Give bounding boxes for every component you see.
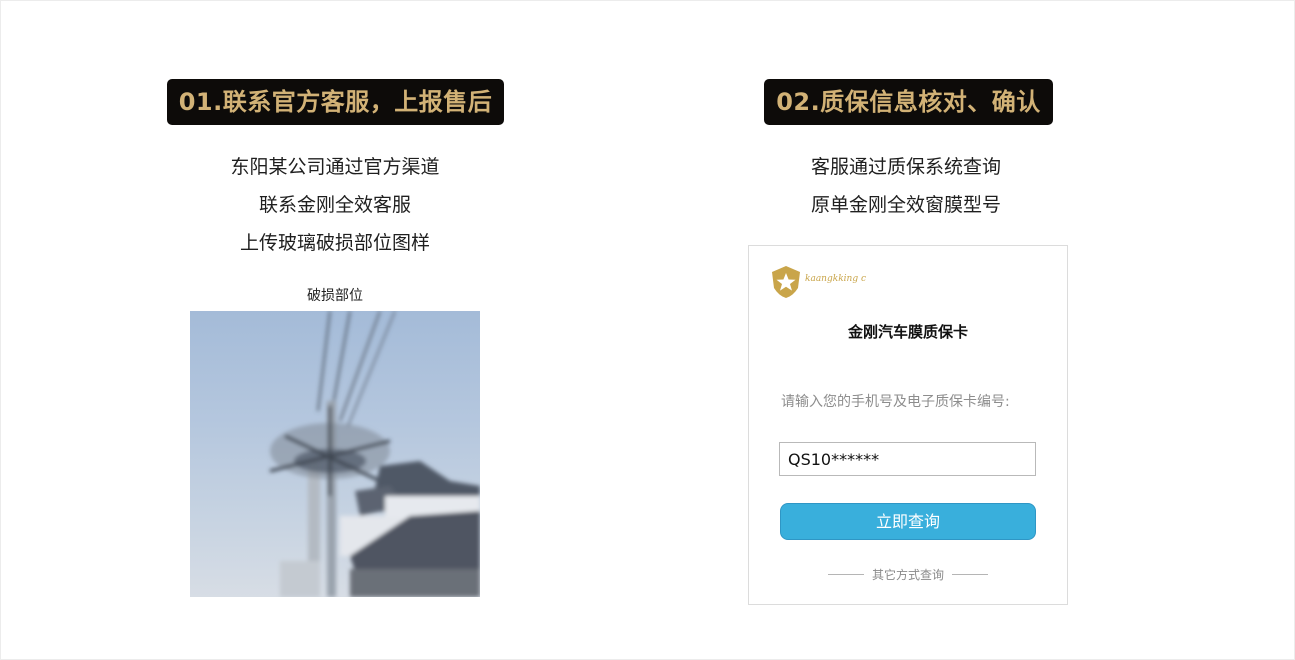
card-title: 金刚汽车膜质保卡	[847, 323, 968, 341]
brand-logo: kaangkking c	[769, 264, 866, 300]
input-label: 请输入您的手机号及电子质保卡编号:	[781, 394, 1010, 410]
step1-line: 东阳某公司通过官方渠道	[230, 156, 440, 178]
photo-caption: 破损部位	[307, 288, 363, 304]
warranty-card: kaangkking c 金刚汽车膜质保卡 请输入您的手机号及电子质保卡编号: …	[748, 245, 1068, 605]
other-methods-row: 其它方式查询	[749, 566, 1067, 582]
step1-line: 上传玻璃破损部位图样	[239, 232, 430, 254]
other-query-methods-link[interactable]: 其它方式查询	[872, 566, 944, 583]
step1-badge: 01.联系官方客服，上报售后	[167, 79, 504, 125]
step2-badge: 02.质保信息核对、确认	[764, 79, 1053, 125]
step2-line: 客服通过质保系统查询	[810, 156, 1001, 178]
query-now-button[interactable]: 立即查询	[780, 503, 1036, 540]
step1-line: 联系金刚全效客服	[258, 194, 411, 216]
divider-line	[952, 573, 988, 575]
logo-text: kaangkking c	[805, 274, 866, 284]
shield-star-icon	[772, 266, 800, 298]
divider-line	[827, 573, 864, 575]
damage-photo	[190, 311, 480, 597]
phone-card-number-input[interactable]	[779, 442, 1036, 476]
step2-line: 原单金刚全效窗膜型号	[810, 194, 1001, 216]
step1-description: 东阳某公司通过官方渠道 联系金刚全效客服 上传玻璃破损部位图样	[160, 148, 510, 262]
step2-description: 客服通过质保系统查询 原单金刚全效窗膜型号	[756, 148, 1056, 224]
